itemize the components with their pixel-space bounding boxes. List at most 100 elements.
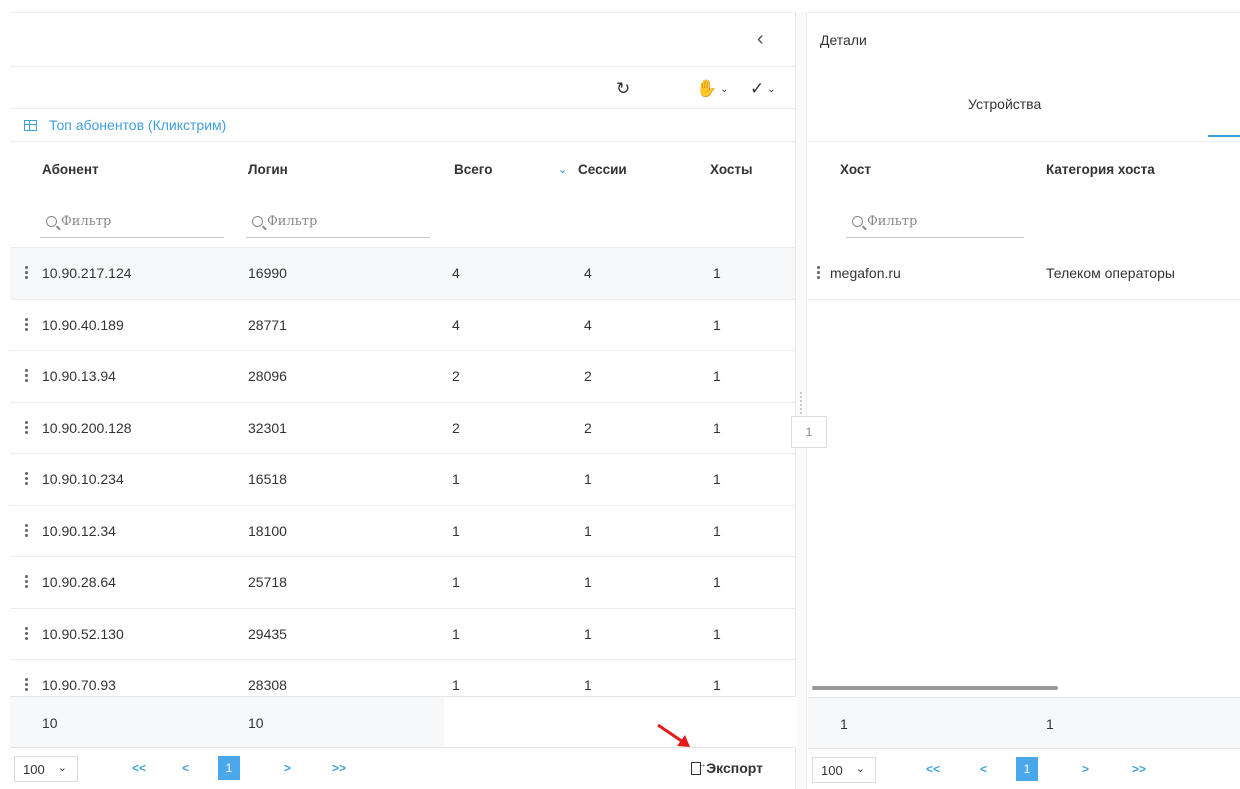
cell-total: 4 — [452, 265, 460, 281]
column-header-abonent[interactable]: Абонент — [42, 162, 99, 177]
search-icon — [852, 216, 863, 227]
cell-abonent: 10.90.10.234 — [42, 471, 124, 487]
cell-login: 28771 — [248, 316, 287, 333]
last-page-button[interactable]: >> — [1132, 762, 1146, 776]
row-menu-icon[interactable] — [25, 575, 28, 588]
row-menu-icon[interactable] — [25, 626, 28, 640]
cell-login: 16990 — [248, 265, 287, 281]
page-size-select[interactable]: 100 ⌄ — [812, 757, 876, 783]
row-menu-icon[interactable] — [25, 317, 28, 331]
cell-total: 1 — [452, 677, 460, 693]
cell-total: 2 — [452, 368, 460, 384]
table-row[interactable]: 10.90.52.130 29435 1 1 1 — [10, 609, 795, 660]
table-row[interactable]: 10.90.13.94 28096 2 2 1 — [10, 351, 795, 403]
cell-hosts: 1 — [713, 471, 721, 487]
table-title[interactable]: Топ абонентов (Кликстрим) — [10, 109, 795, 142]
cell-hosts: 1 — [713, 625, 721, 642]
cell-hosts: 1 — [713, 677, 721, 693]
cell-hosts: 1 — [713, 316, 721, 333]
cell-login: 25718 — [248, 574, 287, 590]
cell-login: 28096 — [248, 368, 287, 384]
tabs: Устройства — [808, 67, 1240, 142]
row-menu-icon[interactable] — [25, 369, 28, 382]
cell-total: 1 — [452, 574, 460, 590]
cell-abonent: 10.90.70.93 — [42, 677, 116, 693]
row-menu-icon[interactable] — [25, 472, 28, 485]
cell-abonent: 10.90.52.130 — [42, 625, 124, 642]
red-arrow-annotation — [657, 723, 690, 747]
filter-placeholder: Фильтр — [267, 214, 318, 229]
chevron-left-icon[interactable]: ‹ — [757, 29, 773, 49]
table-row[interactable]: megafon.ru Телеком операторы — [808, 248, 1240, 300]
last-page-button[interactable]: >> — [332, 761, 346, 775]
table-row[interactable]: 10.90.40.189 28771 4 4 1 — [10, 300, 795, 351]
column-header-sessions[interactable]: Сессии — [578, 162, 627, 177]
table-row[interactable]: 10.90.28.64 25718 1 1 1 — [10, 557, 795, 609]
summary-category-count: 1 — [1046, 716, 1054, 732]
row-menu-icon[interactable] — [25, 678, 28, 691]
cell-total: 1 — [452, 625, 460, 642]
cell-abonent: 10.90.12.34 — [42, 522, 116, 539]
table-row[interactable]: 10.90.10.234 16518 1 1 1 — [10, 454, 795, 506]
filter-abonent-input[interactable]: Фильтр — [40, 206, 224, 238]
page-size-select[interactable]: 100 ⌄ — [14, 756, 78, 782]
cell-abonent: 10.90.28.64 — [42, 574, 116, 590]
details-panel: Детали Устройства Хост Категория хоста Ф… — [808, 12, 1240, 789]
cell-login: 18100 — [248, 522, 287, 539]
column-header-hosts[interactable]: Хосты — [710, 162, 753, 177]
export-button[interactable]: Экспорт — [691, 759, 763, 776]
table-row[interactable]: 10.90.200.128 32301 2 2 1 — [10, 403, 795, 454]
table-row[interactable]: 10.90.217.124 16990 4 4 1 — [10, 248, 795, 300]
chevron-down-icon: ⌄ — [855, 763, 865, 775]
sort-desc-icon[interactable]: ⌄ — [558, 163, 567, 176]
cell-login: 32301 — [248, 419, 287, 436]
row-menu-icon[interactable] — [25, 266, 28, 279]
left-panel: ‹ ↻ ✋ ⌄ ✓ ⌄ Топ абонентов (Кликстрим) Абон… — [10, 12, 796, 789]
cell-abonent: 10.90.13.94 — [42, 368, 116, 384]
cell-sessions: 1 — [584, 522, 592, 539]
filter-placeholder: Фильтр — [867, 214, 918, 229]
export-label: Экспорт — [706, 760, 763, 776]
column-header-total[interactable]: Всего — [454, 162, 492, 177]
cell-total: 4 — [452, 316, 460, 333]
row-menu-icon[interactable] — [25, 523, 28, 537]
toolbar: ↻ ✋ ⌄ ✓ ⌄ — [10, 67, 795, 109]
column-header-login[interactable]: Логин — [248, 162, 288, 177]
row-menu-icon[interactable] — [25, 420, 28, 434]
refresh-icon[interactable]: ↻ — [616, 79, 630, 99]
row-menu-icon[interactable] — [817, 266, 820, 279]
pagination: 100 ⌄ << < 1 > >> Экспорт — [10, 748, 795, 788]
first-page-button[interactable]: << — [926, 762, 940, 776]
column-header-host-category[interactable]: Категория хоста — [1046, 162, 1155, 177]
current-page-button[interactable]: 1 — [218, 756, 240, 780]
prev-page-button[interactable]: < — [980, 762, 987, 776]
table-icon — [24, 119, 37, 131]
next-page-button[interactable]: > — [284, 761, 291, 775]
first-page-button[interactable]: << — [132, 761, 146, 775]
prev-page-button[interactable]: < — [182, 761, 189, 775]
cell-sessions: 4 — [584, 316, 592, 333]
horizontal-scrollbar[interactable] — [812, 686, 1058, 690]
panel-splitter[interactable] — [797, 12, 807, 789]
table-row[interactable]: 10.90.70.93 28308 1 1 1 — [10, 660, 795, 696]
page-size-value: 100 — [23, 762, 45, 777]
table-row[interactable]: 10.90.12.34 18100 1 1 1 — [10, 506, 795, 557]
filter-host-input[interactable]: Фильтр — [846, 206, 1024, 238]
cell-hosts: 1 — [713, 522, 721, 539]
tab-devices[interactable]: Устройства — [968, 96, 1041, 112]
tab-indicator — [1208, 135, 1240, 137]
filter-login-input[interactable]: Фильтр — [246, 206, 430, 238]
cell-hosts: 1 — [713, 265, 721, 281]
next-page-button[interactable]: > — [1082, 762, 1089, 776]
current-page-button[interactable]: 1 — [1016, 757, 1038, 781]
table-header: Абонент Логин Всего ⌄ Сессии Хосты — [10, 142, 795, 196]
column-header-host[interactable]: Хост — [840, 162, 871, 177]
brush-icon[interactable]: ✓ ⌄ — [750, 79, 776, 99]
cell-sessions: 1 — [584, 677, 592, 693]
search-icon — [252, 216, 263, 227]
cell-login: 28308 — [248, 677, 287, 693]
details-summary-row: 1 1 — [808, 697, 1240, 749]
hand-icon[interactable]: ✋ ⌄ — [696, 79, 729, 99]
cell-abonent: 10.90.217.124 — [42, 265, 132, 281]
summary-abonent-count: 10 — [42, 715, 58, 731]
